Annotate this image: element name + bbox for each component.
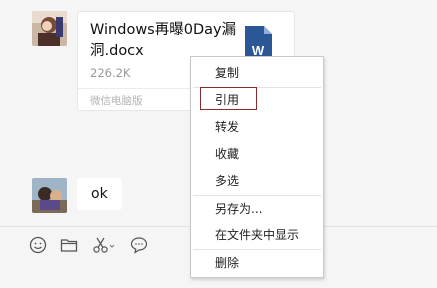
- menu-item-forward[interactable]: 转发: [191, 114, 323, 140]
- menu-item-multiselect[interactable]: 多选: [191, 168, 323, 194]
- chat-bubble-icon[interactable]: [130, 236, 148, 254]
- context-menu: 复制 引用 转发 收藏 多选 另存为... 在文件夹中显示 删除: [190, 56, 324, 278]
- sender-avatar[interactable]: [32, 11, 67, 46]
- emoji-icon[interactable]: [29, 236, 47, 254]
- menu-item-copy[interactable]: 复制: [191, 60, 323, 86]
- scissors-icon[interactable]: [92, 236, 116, 254]
- menu-item-show-in-folder[interactable]: 在文件夹中显示: [191, 222, 323, 248]
- menu-item-delete[interactable]: 删除: [191, 250, 323, 276]
- sender-avatar[interactable]: [32, 178, 67, 213]
- text-message-bubble[interactable]: ok: [77, 178, 122, 210]
- menu-item-favorite[interactable]: 收藏: [191, 141, 323, 167]
- file-size: 226.2K: [90, 66, 131, 80]
- avatar-image: [32, 178, 67, 213]
- message-text: ok: [91, 186, 108, 202]
- highlight-box: [200, 87, 257, 110]
- avatar-image: [32, 11, 67, 46]
- menu-item-save-as[interactable]: 另存为...: [191, 196, 323, 222]
- folder-icon[interactable]: [60, 236, 78, 254]
- file-source-label: 微信电脑版: [90, 95, 143, 107]
